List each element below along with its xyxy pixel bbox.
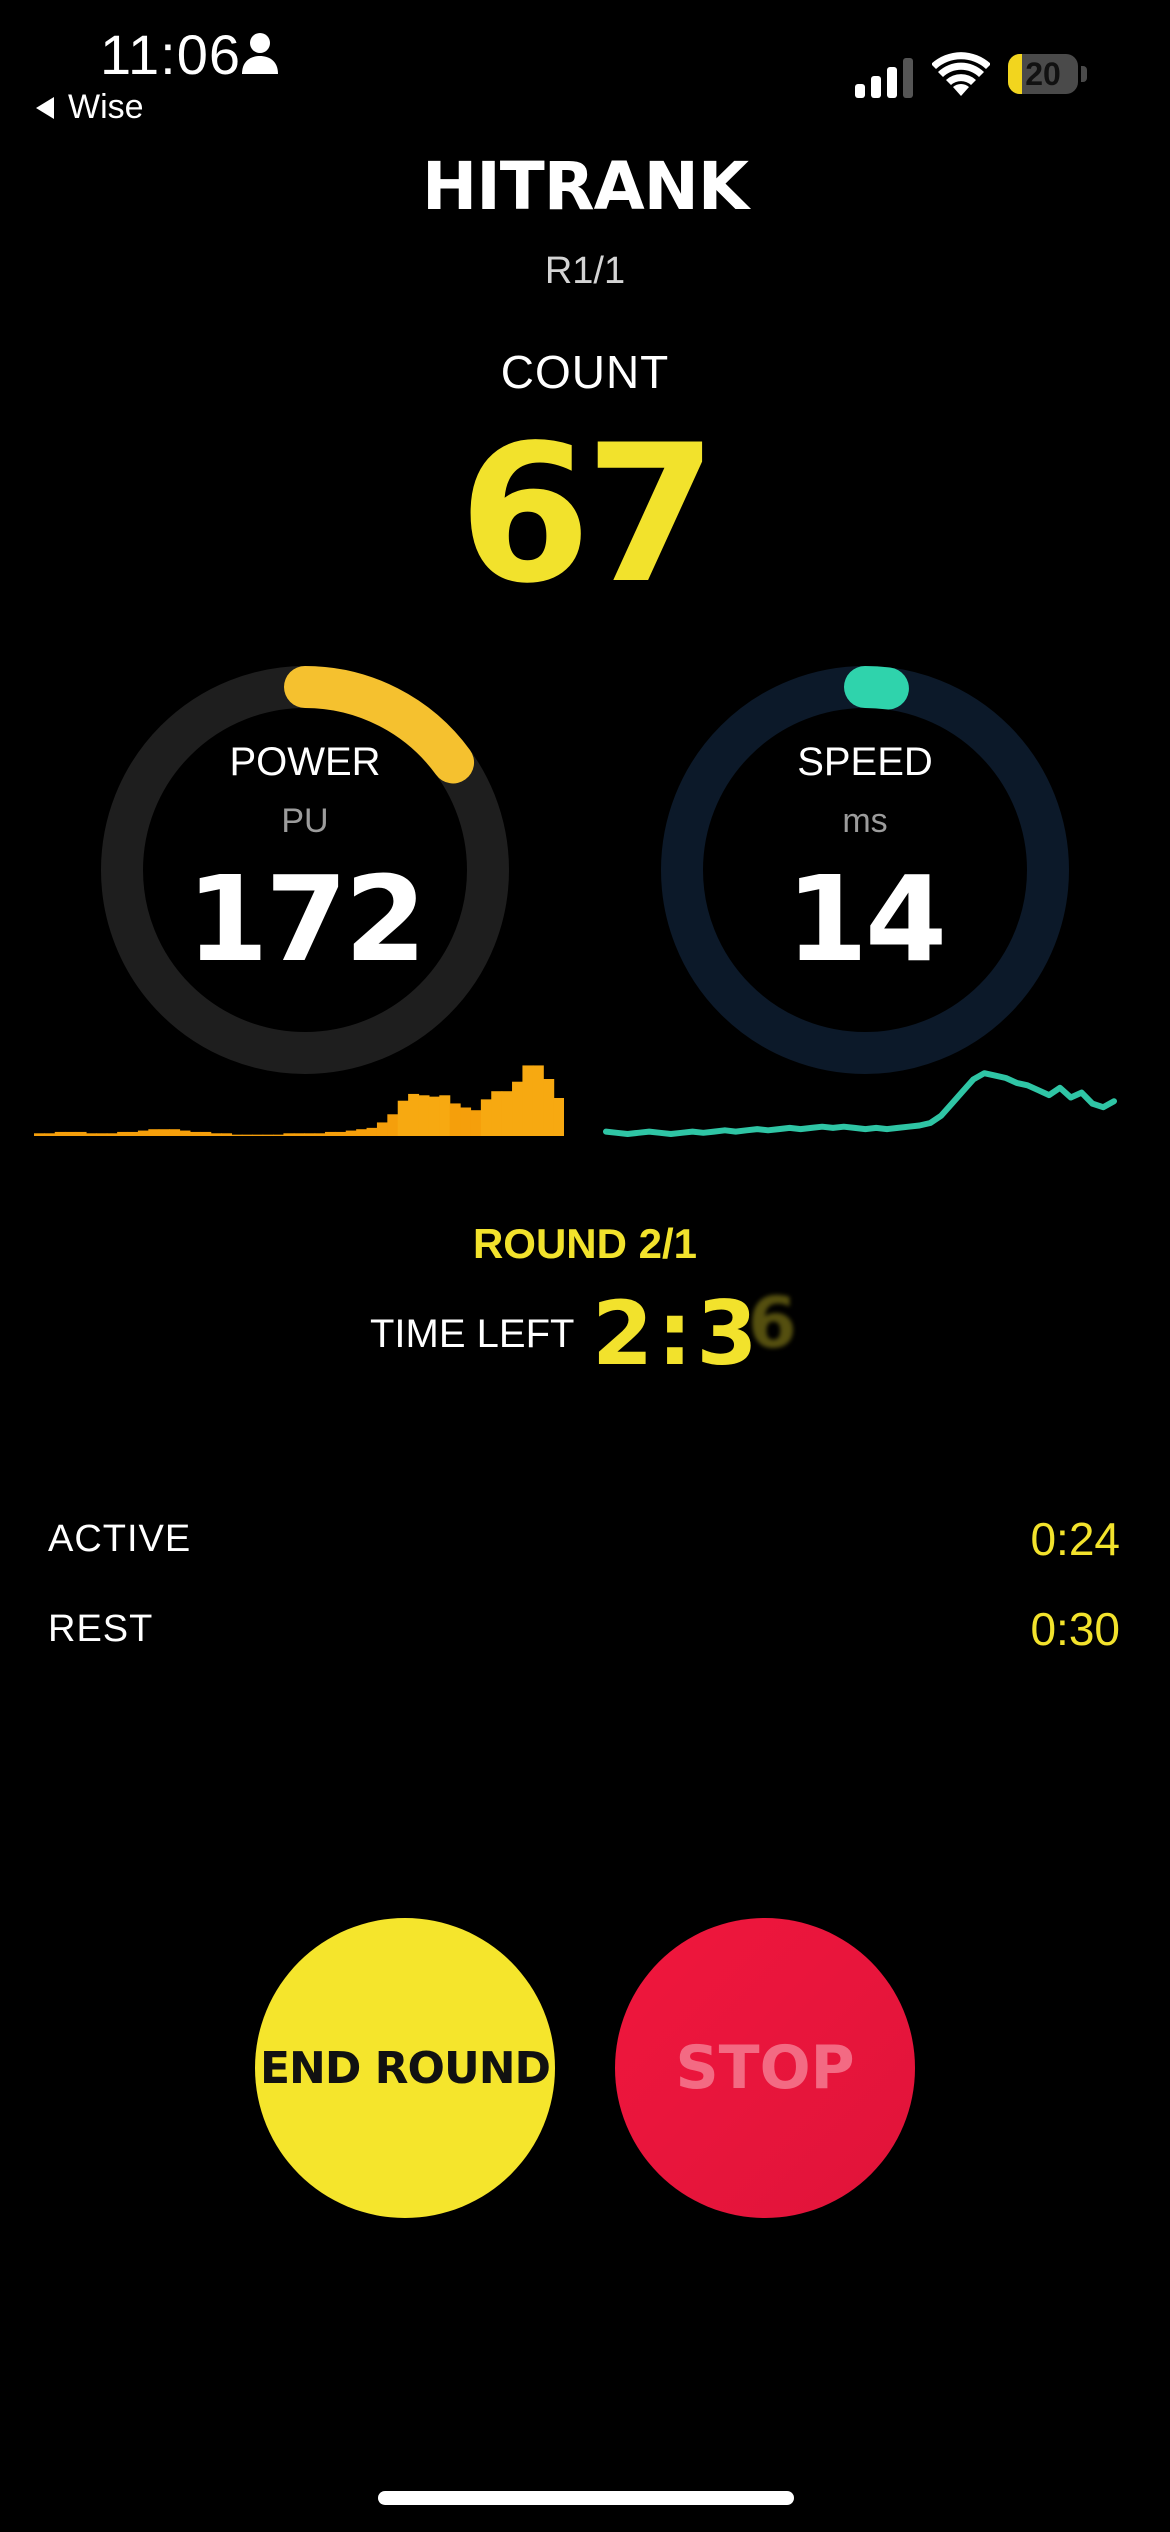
power-history-bar [127, 1131, 139, 1136]
app-logo: HITRANK [421, 148, 749, 225]
power-history-bar [366, 1127, 378, 1136]
power-history-bar [210, 1133, 222, 1136]
power-history-bar [273, 1134, 285, 1136]
power-label: POWER [229, 740, 381, 784]
time-left-value: 2:3 [592, 1282, 762, 1385]
battery-percent: 20 [1025, 56, 1061, 92]
power-history-bar [397, 1100, 409, 1136]
power-gauge: POWER PU 172 [95, 660, 515, 1080]
power-history-bar [376, 1122, 388, 1136]
cellular-signal-icon [855, 58, 913, 98]
power-history-bar [356, 1129, 368, 1136]
back-app-label: Wise [68, 88, 144, 126]
power-history-bar [85, 1133, 97, 1136]
speed-unit: ms [842, 802, 888, 840]
back-arrow-icon [36, 96, 54, 119]
power-history-bar [189, 1131, 201, 1136]
speed-value: 14 [785, 850, 947, 988]
time-left-next-digit: 6 [748, 1282, 797, 1364]
power-history-bar [158, 1129, 170, 1136]
power-history-bar [106, 1133, 118, 1136]
end-round-label: END ROUND [259, 2042, 551, 2094]
power-history-bar [200, 1131, 212, 1136]
power-history-bar [543, 1079, 555, 1136]
power-history-bar [293, 1133, 305, 1136]
power-history-bar [262, 1134, 274, 1136]
speed-history-line [603, 1070, 1117, 1137]
power-history-bar [324, 1131, 336, 1136]
status-time: 11:06 [100, 23, 241, 86]
power-unit: PU [281, 802, 329, 840]
stop-label: STOP [675, 2033, 855, 2103]
power-history-bar [522, 1065, 534, 1136]
power-history-bar [501, 1091, 513, 1136]
power-history-bar [96, 1133, 108, 1136]
time-left-label: TIME LEFT [370, 1312, 575, 1356]
power-history-bar [34, 1133, 45, 1136]
speed-ring-progress [844, 666, 909, 710]
power-history-bar [304, 1133, 316, 1136]
power-history-bar [345, 1130, 357, 1136]
power-history-bar [335, 1131, 347, 1136]
power-history-bar [283, 1133, 295, 1136]
power-history-bar [65, 1131, 77, 1136]
power-history-bar [241, 1134, 253, 1136]
wifi-icon [932, 52, 990, 96]
power-history-bar [179, 1130, 191, 1136]
power-history-bar [449, 1103, 461, 1136]
power-history-bar [460, 1107, 472, 1136]
power-history-bar [480, 1099, 492, 1136]
power-history-bar [148, 1129, 160, 1136]
power-history-bar [428, 1096, 440, 1136]
stop-button[interactable]: STOP [615, 1918, 915, 2218]
battery-indicator: 20 [1008, 54, 1088, 96]
power-history-bar [418, 1095, 430, 1136]
count-label: COUNT [500, 346, 670, 398]
power-history-bar [553, 1098, 564, 1136]
back-to-app-link[interactable]: Wise [36, 88, 144, 127]
battery-nub [1081, 66, 1087, 82]
power-history-bar [137, 1130, 149, 1136]
power-history-bar [439, 1095, 451, 1136]
power-history-bar [491, 1091, 503, 1136]
power-history-bar [221, 1133, 233, 1136]
power-history-bar [231, 1134, 243, 1136]
power-history-bar [252, 1134, 264, 1136]
power-history-bar [54, 1131, 66, 1136]
round-code: R1/1 [544, 250, 626, 292]
power-history-chart [34, 1065, 564, 1136]
power-history-bar [387, 1114, 399, 1136]
power-history-bar [44, 1133, 56, 1136]
count-value: 67 [458, 404, 717, 625]
power-history-bar [408, 1093, 420, 1136]
power-history-bar [169, 1129, 181, 1136]
power-history-bar [75, 1131, 87, 1136]
active-label: ACTIVE [48, 1518, 192, 1560]
power-history-bar [117, 1131, 129, 1136]
round-label: ROUND 2/1 [472, 1220, 698, 1267]
home-indicator[interactable] [378, 2491, 794, 2505]
power-history-bar [512, 1081, 524, 1136]
speed-label: SPEED [797, 740, 933, 784]
rest-value: 0:30 [1030, 1603, 1120, 1655]
power-history-bar [470, 1110, 482, 1136]
speed-history-chart [603, 1070, 1117, 1137]
power-value: 172 [186, 850, 426, 988]
rest-label: REST [48, 1608, 154, 1650]
power-history-bar [314, 1133, 326, 1136]
end-round-button[interactable]: END ROUND [255, 1918, 555, 2218]
power-history-bar [532, 1065, 544, 1136]
speed-gauge: SPEED ms 14 [655, 660, 1075, 1080]
active-value: 0:24 [1030, 1513, 1120, 1565]
person-icon [242, 33, 278, 74]
